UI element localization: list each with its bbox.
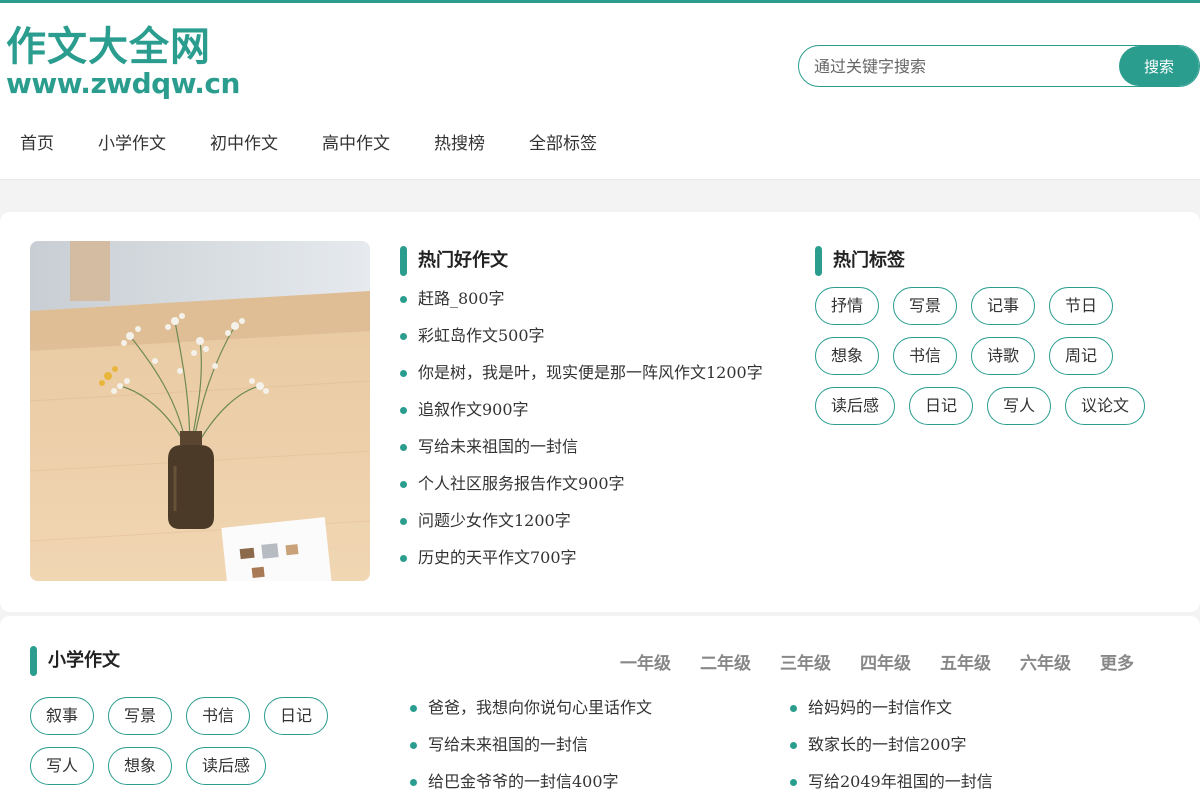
tag-pill[interactable]: 想象 <box>815 337 880 375</box>
hot-essay-link[interactable]: 赶路_800字 <box>400 288 800 325</box>
tag-pill[interactable]: 写景 <box>893 287 958 325</box>
grade-tab[interactable]: 二年级 <box>700 649 751 674</box>
primary-list-col1: 爸爸，我想向你说句心里话作文 写给未来祖国的一封信 给巴金爷爷的一封信400字 <box>410 697 770 800</box>
tag-pill[interactable]: 诗歌 <box>971 337 1036 375</box>
tag-pill[interactable]: 书信 <box>186 697 251 735</box>
grade-tab[interactable]: 一年级 <box>620 649 671 674</box>
search-bar: 搜索 <box>798 45 1200 87</box>
nav-junior[interactable]: 初中作文 <box>210 129 278 154</box>
hot-essay-link[interactable]: 问题少女作文1200字 <box>400 510 800 547</box>
nav-senior[interactable]: 高中作文 <box>322 129 390 154</box>
hot-essay-link[interactable]: 彩虹岛作文500字 <box>400 325 800 362</box>
nav-home[interactable]: 首页 <box>20 129 54 154</box>
hero-image[interactable] <box>30 241 370 581</box>
hot-tags-list: 抒情 写景 记事 节日 想象 书信 诗歌 周记 读后感 日记 写人 议论文 <box>815 287 1175 425</box>
tag-pill[interactable]: 记事 <box>971 287 1036 325</box>
primary-essays-card: 小学作文 一年级 二年级 三年级 四年级 五年级 六年级 更多 叙事 写景 书信… <box>0 616 1200 800</box>
logo-chinese: 作文大全网 <box>6 24 211 70</box>
featured-card: 热门好作文 赶路_800字 彩虹岛作文500字 你是树，我是叶，现实便是那一阵风… <box>0 212 1200 612</box>
tag-pill[interactable]: 写人 <box>30 747 95 785</box>
logo-domain: www.zwdqw.cn <box>6 67 240 100</box>
primary-section-title: 小学作文 <box>30 646 120 676</box>
hot-essays-list: 赶路_800字 彩虹岛作文500字 你是树，我是叶，现实便是那一阵风作文1200… <box>400 288 800 584</box>
site-header: 作文大全网 www.zwdqw.cn 搜索 首页 小学作文 初中作文 高中作文 … <box>0 3 1200 180</box>
nav-primary[interactable]: 小学作文 <box>98 129 166 154</box>
grade-tab[interactable]: 六年级 <box>1020 649 1071 674</box>
hot-essay-link[interactable]: 追叙作文900字 <box>400 399 800 436</box>
essay-link[interactable]: 致家长的一封信200字 <box>790 734 1170 771</box>
site-logo[interactable]: 作文大全网 www.zwdqw.cn <box>6 24 240 105</box>
tag-pill[interactable]: 读后感 <box>186 747 267 785</box>
hot-essays-title: 热门好作文 <box>400 246 508 276</box>
tag-pill[interactable]: 想象 <box>108 747 173 785</box>
hot-essay-link[interactable]: 你是树，我是叶，现实便是那一阵风作文1200字 <box>400 362 800 399</box>
tag-pill[interactable]: 节日 <box>1049 287 1114 325</box>
essay-link[interactable]: 写给2049年祖国的一封信 <box>790 771 1170 800</box>
primary-list-col2: 给妈妈的一封信作文 致家长的一封信200字 写给2049年祖国的一封信 <box>790 697 1170 800</box>
tag-pill[interactable]: 书信 <box>893 337 958 375</box>
nav-all-tags[interactable]: 全部标签 <box>529 129 597 154</box>
main-nav: 首页 小学作文 初中作文 高中作文 热搜榜 全部标签 <box>20 129 641 154</box>
tag-pill[interactable]: 写人 <box>987 387 1052 425</box>
grade-tab[interactable]: 五年级 <box>940 649 991 674</box>
essay-link[interactable]: 爸爸，我想向你说句心里话作文 <box>410 697 770 734</box>
grade-tab[interactable]: 四年级 <box>860 649 911 674</box>
flower-vase-image <box>30 241 370 581</box>
tag-pill[interactable]: 读后感 <box>815 387 896 425</box>
tag-pill[interactable]: 抒情 <box>815 287 880 325</box>
nav-hot-search[interactable]: 热搜榜 <box>434 129 485 154</box>
tag-pill[interactable]: 议论文 <box>1065 387 1146 425</box>
tag-pill[interactable]: 写景 <box>108 697 173 735</box>
essay-link[interactable]: 写给未来祖国的一封信 <box>410 734 770 771</box>
tag-pill[interactable]: 叙事 <box>30 697 95 735</box>
search-input[interactable] <box>799 46 1119 86</box>
essay-link[interactable]: 给巴金爷爷的一封信400字 <box>410 771 770 800</box>
hot-essay-link[interactable]: 个人社区服务报告作文900字 <box>400 473 800 510</box>
tag-pill[interactable]: 周记 <box>1049 337 1114 375</box>
tag-pill[interactable]: 日记 <box>909 387 974 425</box>
essay-link[interactable]: 给妈妈的一封信作文 <box>790 697 1170 734</box>
primary-tags-list: 叙事 写景 书信 日记 写人 想象 读后感 <box>30 697 370 785</box>
search-button[interactable]: 搜索 <box>1119 46 1199 86</box>
more-link[interactable]: 更多 <box>1100 649 1134 674</box>
grade-tabs: 一年级 二年级 三年级 四年级 五年级 六年级 更多 <box>620 649 1163 674</box>
grade-tab[interactable]: 三年级 <box>780 649 831 674</box>
hot-essay-link[interactable]: 写给未来祖国的一封信 <box>400 436 800 473</box>
hot-essay-link[interactable]: 历史的天平作文700字 <box>400 547 800 584</box>
tag-pill[interactable]: 日记 <box>264 697 329 735</box>
hot-tags-title: 热门标签 <box>815 246 905 276</box>
